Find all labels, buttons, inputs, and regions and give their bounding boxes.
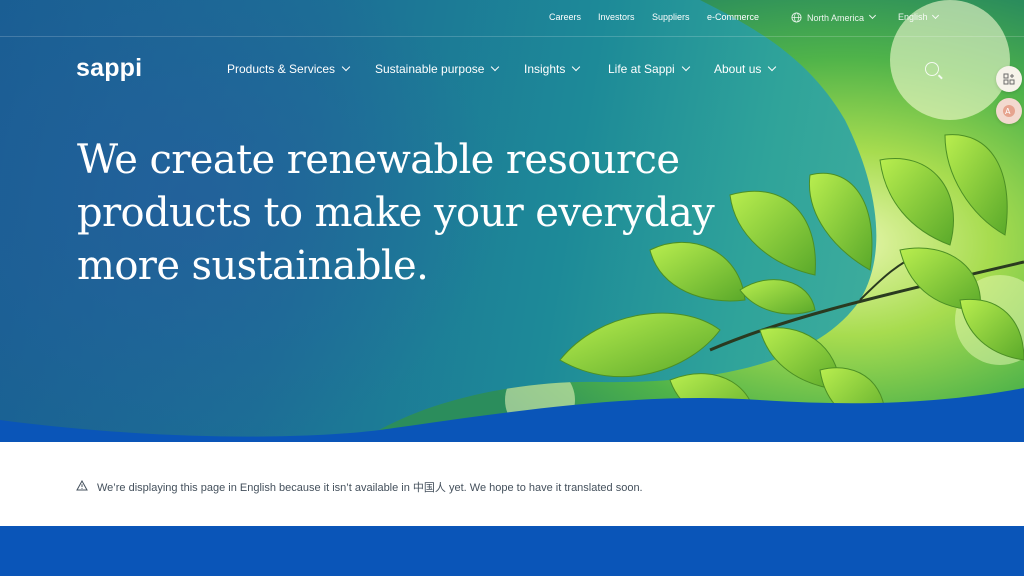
utility-bar: Careers Investors Suppliers e-Commerce N…: [0, 0, 1024, 37]
apps-button[interactable]: [996, 66, 1022, 92]
translation-notice: We’re displaying this page in English be…: [0, 442, 1024, 526]
globe-icon: [791, 12, 802, 23]
nav-label: Life at Sappi: [608, 62, 675, 76]
nav-label: Insights: [524, 62, 566, 76]
search-icon[interactable]: [925, 62, 939, 76]
nav-about-us[interactable]: About us: [714, 62, 777, 76]
chevron-down-icon: [768, 62, 777, 72]
notice-text: We’re displaying this page in English be…: [97, 482, 643, 494]
headline-line: We create renewable resource: [77, 137, 680, 183]
region-label: North America: [807, 12, 865, 23]
hero-section: Careers Investors Suppliers e-Commerce N…: [0, 0, 1024, 442]
careers-link[interactable]: Careers: [549, 12, 581, 22]
headline-line: more sustainable.: [77, 243, 429, 289]
hero-headline: We create renewable resource products to…: [77, 134, 717, 293]
language-selector[interactable]: English: [898, 11, 939, 22]
nav-products-services[interactable]: Products & Services: [227, 62, 351, 76]
chevron-down-icon: [572, 62, 581, 72]
nav-label: Products & Services: [227, 62, 336, 76]
region-selector[interactable]: North America: [791, 11, 877, 23]
apps-icon: [1003, 73, 1015, 85]
chevron-down-icon: [341, 62, 351, 72]
chevron-down-icon: [681, 62, 690, 72]
language-label: English: [898, 12, 928, 22]
chevron-down-icon: [931, 11, 939, 19]
translate-button[interactable]: A: [996, 98, 1022, 124]
svg-text:A: A: [1005, 107, 1011, 116]
footer-band: [0, 526, 1024, 576]
nav-label: Sustainable purpose: [375, 62, 485, 76]
investors-link[interactable]: Investors: [598, 12, 635, 22]
sappi-logo[interactable]: sappi: [76, 54, 142, 83]
headline-line: products to make your everyday: [77, 190, 715, 236]
nav-life-at-sappi[interactable]: Life at Sappi: [608, 62, 690, 76]
suppliers-link[interactable]: Suppliers: [652, 12, 690, 22]
warning-icon: [76, 480, 88, 491]
nav-label: About us: [714, 62, 762, 76]
chevron-down-icon: [491, 62, 500, 72]
nav-insights[interactable]: Insights: [524, 62, 581, 76]
ecommerce-link[interactable]: e-Commerce: [707, 12, 759, 22]
nav-sustainable-purpose[interactable]: Sustainable purpose: [375, 62, 500, 76]
translate-icon: A: [1003, 105, 1015, 117]
chevron-down-icon: [868, 11, 877, 20]
